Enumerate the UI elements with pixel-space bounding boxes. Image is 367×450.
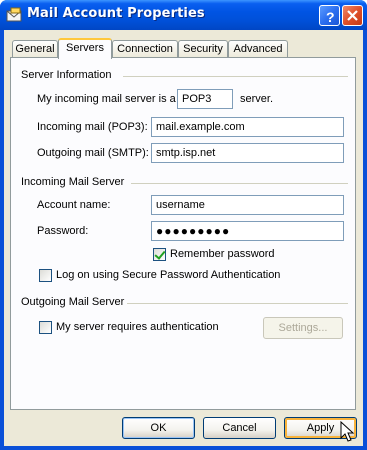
account-name-label: Account name: [37,199,111,211]
mail-envelope-icon [6,7,23,23]
tab-connection[interactable]: Connection [112,40,178,58]
incoming-type-suffix: server. [240,93,274,105]
incoming-mail-label: Incoming mail (POP3): [37,121,148,133]
settings-button[interactable]: Settings... [263,317,343,339]
group-heading-outgoing-server: Outgoing Mail Server [21,296,125,308]
group-divider [131,183,348,184]
tab-advanced[interactable]: Advanced [228,40,288,58]
server-auth-label[interactable]: My server requires authentication [56,321,219,333]
group-divider [123,76,348,77]
incoming-type-label: My incoming mail server is a [37,93,176,105]
mouse-pointer-icon [340,421,355,442]
ok-button[interactable]: OK [122,417,195,439]
account-name-field[interactable]: username [151,195,344,215]
remember-password-checkbox[interactable] [153,248,166,261]
help-button[interactable]: ? [319,5,340,26]
spa-checkbox[interactable] [39,269,52,282]
remember-password-label[interactable]: Remember password [170,248,275,260]
group-heading-server-info: Server Information [21,69,112,81]
window-frame-bottom [0,446,367,450]
password-field[interactable]: ●●●●●●●●● [151,221,344,241]
server-auth-checkbox[interactable] [39,321,52,334]
spa-label[interactable]: Log on using Secure Password Authenticat… [56,269,280,281]
servers-tab-panel: Server Information My incoming mail serv… [10,57,356,410]
dialog-window: Mail Account Properties ? General Server… [0,0,367,450]
incoming-mail-field[interactable]: mail.example.com [151,117,344,137]
tab-security[interactable]: Security [178,40,228,58]
close-icon [347,10,358,21]
outgoing-mail-label: Outgoing mail (SMTP): [37,147,149,159]
window-title: Mail Account Properties [27,6,205,21]
incoming-type-field[interactable]: POP3 [177,89,233,109]
outgoing-mail-field[interactable]: smtp.isp.net [151,143,344,163]
group-heading-incoming-server: Incoming Mail Server [21,176,125,188]
help-icon: ? [326,9,335,25]
tab-general[interactable]: General [12,40,58,58]
title-bar[interactable]: Mail Account Properties ? [0,0,367,30]
svg-text:?: ? [326,9,335,25]
password-label: Password: [37,225,89,237]
dialog-client-area: General Servers Connection Security Adva… [4,30,363,446]
cancel-button[interactable]: Cancel [203,417,276,439]
group-divider [127,303,348,304]
close-button[interactable] [342,5,363,26]
tab-servers[interactable]: Servers [58,38,112,59]
